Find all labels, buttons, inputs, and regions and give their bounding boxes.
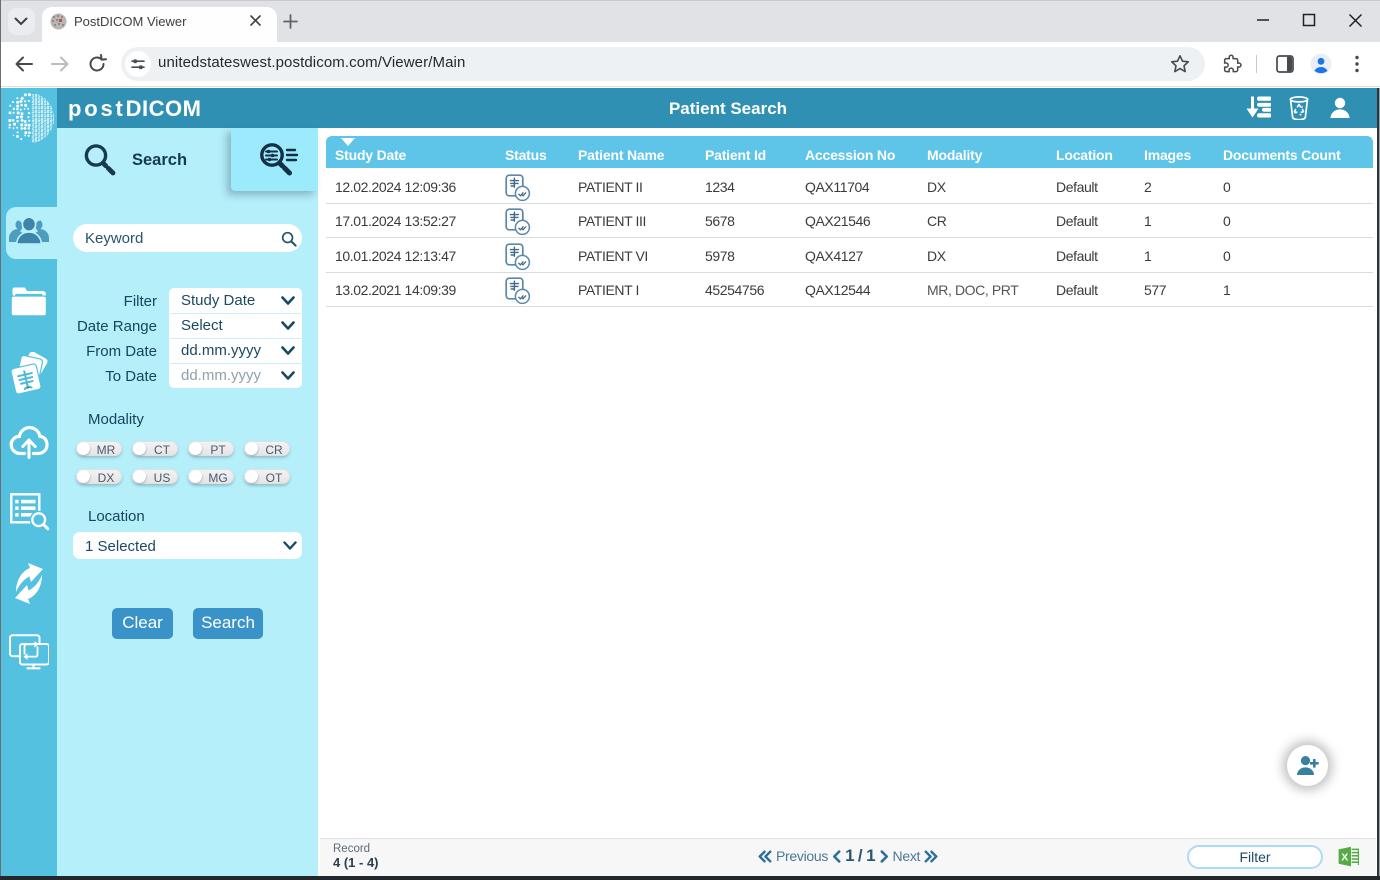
svg-text:X: X [1341, 852, 1348, 864]
svg-text:1010101010: 1010101010 [32, 140, 56, 144]
